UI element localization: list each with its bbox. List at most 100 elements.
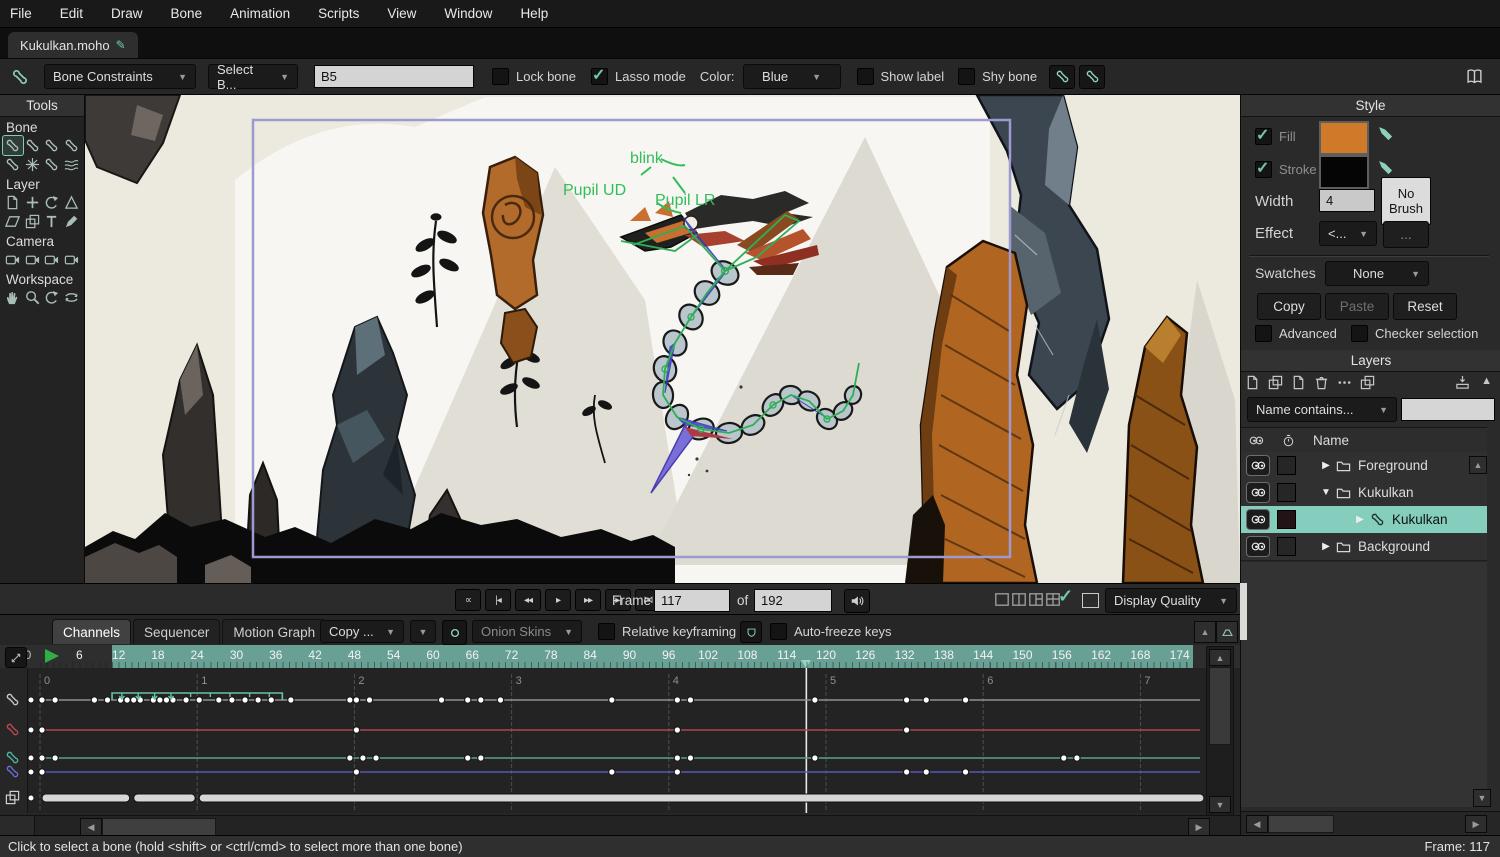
fill-checkbox-box[interactable] bbox=[1255, 128, 1272, 145]
layers-scroll-right-button[interactable]: ▶ bbox=[1465, 815, 1487, 833]
transform-layer-tool[interactable] bbox=[3, 193, 23, 212]
rotate-workspace-tool[interactable] bbox=[42, 288, 62, 307]
reset-style-button[interactable]: Reset bbox=[1393, 293, 1457, 320]
reparent-bone-tool[interactable] bbox=[62, 136, 82, 155]
layers-hscroll-thumb[interactable] bbox=[1268, 815, 1334, 833]
stroke-checkbox[interactable]: Stroke bbox=[1255, 161, 1317, 178]
timeline-tab-sequencer[interactable]: Sequencer bbox=[133, 619, 220, 644]
timeline-scroll-left-button[interactable]: ◀ bbox=[80, 818, 102, 836]
step-forward-button[interactable]: ▸▸ bbox=[575, 589, 601, 611]
timeline-marker-button[interactable] bbox=[442, 620, 467, 645]
menu-file[interactable]: File bbox=[10, 6, 32, 21]
new-layer-icon[interactable] bbox=[1245, 375, 1260, 390]
more-options-icon[interactable] bbox=[1337, 375, 1352, 390]
menu-window[interactable]: Window bbox=[444, 6, 492, 21]
stroke-eyedropper-icon[interactable] bbox=[1377, 159, 1394, 176]
bone-color-dropdown[interactable]: Blue▼ bbox=[743, 64, 841, 89]
playback-start-marker[interactable] bbox=[45, 649, 59, 663]
copy-style-button[interactable]: Copy bbox=[1257, 293, 1321, 320]
layer-expand-triangle[interactable]: ▶ bbox=[1320, 460, 1332, 471]
display-quality-dropdown[interactable]: Display Quality▼ bbox=[1105, 588, 1237, 613]
track-camera-tool[interactable] bbox=[3, 250, 23, 269]
total-frames-input[interactable] bbox=[754, 589, 832, 612]
effect-more-button[interactable]: ... bbox=[1383, 221, 1429, 248]
timeline-tracks[interactable]: 01234567 bbox=[0, 668, 1240, 813]
current-frame-input[interactable] bbox=[654, 589, 730, 612]
timeline-extra-dropdown[interactable]: ▼ bbox=[410, 620, 436, 643]
layer-filter-dropdown[interactable]: Name contains...▼ bbox=[1247, 397, 1397, 422]
bone-strength-tool[interactable] bbox=[42, 155, 62, 174]
layer-row-kukulkan-bone[interactable]: ▶Kukulkan bbox=[1241, 506, 1487, 534]
bone-label-blink[interactable]: blink bbox=[630, 150, 664, 167]
no-brush-button[interactable]: No Brush bbox=[1381, 177, 1431, 225]
manipulate-bones-tool[interactable] bbox=[23, 155, 43, 174]
onion-skins-dropdown[interactable]: Onion Skins▼ bbox=[472, 620, 582, 643]
menu-edit[interactable]: Edit bbox=[60, 6, 83, 21]
layer-row-background[interactable]: ▶Background bbox=[1241, 533, 1487, 561]
layer-color-swatch[interactable] bbox=[1277, 510, 1296, 529]
zoom-camera-tool[interactable] bbox=[23, 250, 43, 269]
timeline-ruler[interactable]: 6121824303642485460667278849096102108114… bbox=[0, 645, 1240, 668]
jump-to-start-button[interactable]: |◂ bbox=[485, 589, 511, 611]
play-button[interactable]: ▸ bbox=[545, 589, 571, 611]
orbit-layer-tool[interactable] bbox=[62, 193, 82, 212]
menu-view[interactable]: View bbox=[387, 6, 416, 21]
two-views-icon[interactable] bbox=[1012, 593, 1026, 609]
timeline-vscrollbar[interactable]: ▲ ▼ bbox=[1206, 646, 1234, 816]
layer-expand-triangle[interactable]: ▶ bbox=[1354, 514, 1366, 525]
shy-bone-checkbox-box[interactable] bbox=[958, 68, 975, 85]
bind-layer-tool[interactable] bbox=[3, 155, 23, 174]
stereo-frame-icon[interactable] bbox=[1082, 593, 1099, 608]
step-back-button[interactable]: ◂◂ bbox=[515, 589, 541, 611]
bone-label-pupil-ud[interactable]: Pupil UD bbox=[563, 182, 626, 199]
layer-channel-track-icon[interactable] bbox=[5, 790, 20, 805]
relative-keyframing-checkbox-box[interactable] bbox=[598, 623, 615, 640]
bone-label-pupil-lr[interactable]: Pupil LR bbox=[655, 192, 715, 209]
rotate-layer-tool[interactable] bbox=[42, 193, 62, 212]
checker-selection-checkbox[interactable]: Checker selection bbox=[1351, 325, 1478, 342]
timeline-expand-icon[interactable] bbox=[5, 647, 27, 668]
collapse-panel-icon[interactable]: ▲ bbox=[1481, 375, 1492, 387]
stroke-color-swatch[interactable] bbox=[1319, 155, 1369, 189]
zoom-workspace-tool[interactable] bbox=[23, 288, 43, 307]
fill-checkbox[interactable]: Fill bbox=[1255, 128, 1296, 145]
layer-visibility-icon[interactable] bbox=[1246, 509, 1270, 530]
timeline-tab-motion-graph[interactable]: Motion Graph bbox=[222, 619, 326, 644]
audio-mute-button[interactable] bbox=[844, 589, 870, 613]
tool-group-dropdown[interactable]: Bone Constraints▼ bbox=[44, 64, 196, 89]
canvas-viewport[interactable]: blink Pupil UD Pupil LR bbox=[85, 95, 1240, 583]
timeline-resize-button[interactable] bbox=[1216, 621, 1238, 643]
rename-document-icon[interactable]: ✎ bbox=[116, 38, 126, 52]
timeline-hscroll-thumb[interactable] bbox=[102, 818, 216, 836]
bone-squash-stretch-button[interactable] bbox=[1049, 65, 1075, 89]
bone-constraints-red-track-icon[interactable] bbox=[5, 722, 20, 737]
new-reference-layer-icon[interactable] bbox=[1291, 375, 1306, 390]
timeline-tab-channels[interactable]: Channels bbox=[52, 619, 131, 644]
add-bone-tool[interactable] bbox=[42, 136, 62, 155]
bone-wind-tool[interactable] bbox=[62, 155, 82, 174]
show-label-checkbox[interactable]: Show label bbox=[857, 68, 945, 85]
relative-keyframing-checkbox[interactable]: Relative keyframing bbox=[598, 623, 736, 640]
flatten-layers-icon[interactable] bbox=[1455, 375, 1470, 390]
timeline-scroll-up-button[interactable]: ▲ bbox=[1209, 649, 1231, 666]
paste-style-button[interactable]: Paste bbox=[1325, 293, 1389, 320]
delete-layer-icon[interactable] bbox=[1314, 375, 1329, 390]
menu-scripts[interactable]: Scripts bbox=[318, 6, 359, 21]
follow-path-tool[interactable] bbox=[23, 212, 43, 231]
menu-bone[interactable]: Bone bbox=[171, 6, 203, 21]
fill-eyedropper-icon[interactable] bbox=[1377, 125, 1394, 142]
insert-text-tool[interactable] bbox=[42, 212, 62, 231]
lasso-mode-checkbox[interactable]: Lasso mode bbox=[591, 68, 686, 85]
translate-bone-tool[interactable] bbox=[23, 136, 43, 155]
single-view-icon[interactable] bbox=[995, 593, 1009, 609]
translate-layer-tool[interactable] bbox=[23, 193, 43, 212]
help-manual-icon[interactable] bbox=[1465, 68, 1484, 85]
timeline-collapse-tracks-button[interactable]: ▲ bbox=[1194, 621, 1216, 643]
pan-tilt-camera-tool[interactable] bbox=[62, 250, 82, 269]
menu-draw[interactable]: Draw bbox=[111, 6, 143, 21]
layers-scroll-up-button[interactable]: ▲ bbox=[1469, 456, 1487, 474]
bone-channel-blue-track-icon[interactable] bbox=[5, 764, 20, 779]
layer-comps-icon[interactable] bbox=[1360, 375, 1375, 390]
bone-name-input[interactable] bbox=[314, 65, 474, 88]
menu-help[interactable]: Help bbox=[520, 6, 548, 21]
